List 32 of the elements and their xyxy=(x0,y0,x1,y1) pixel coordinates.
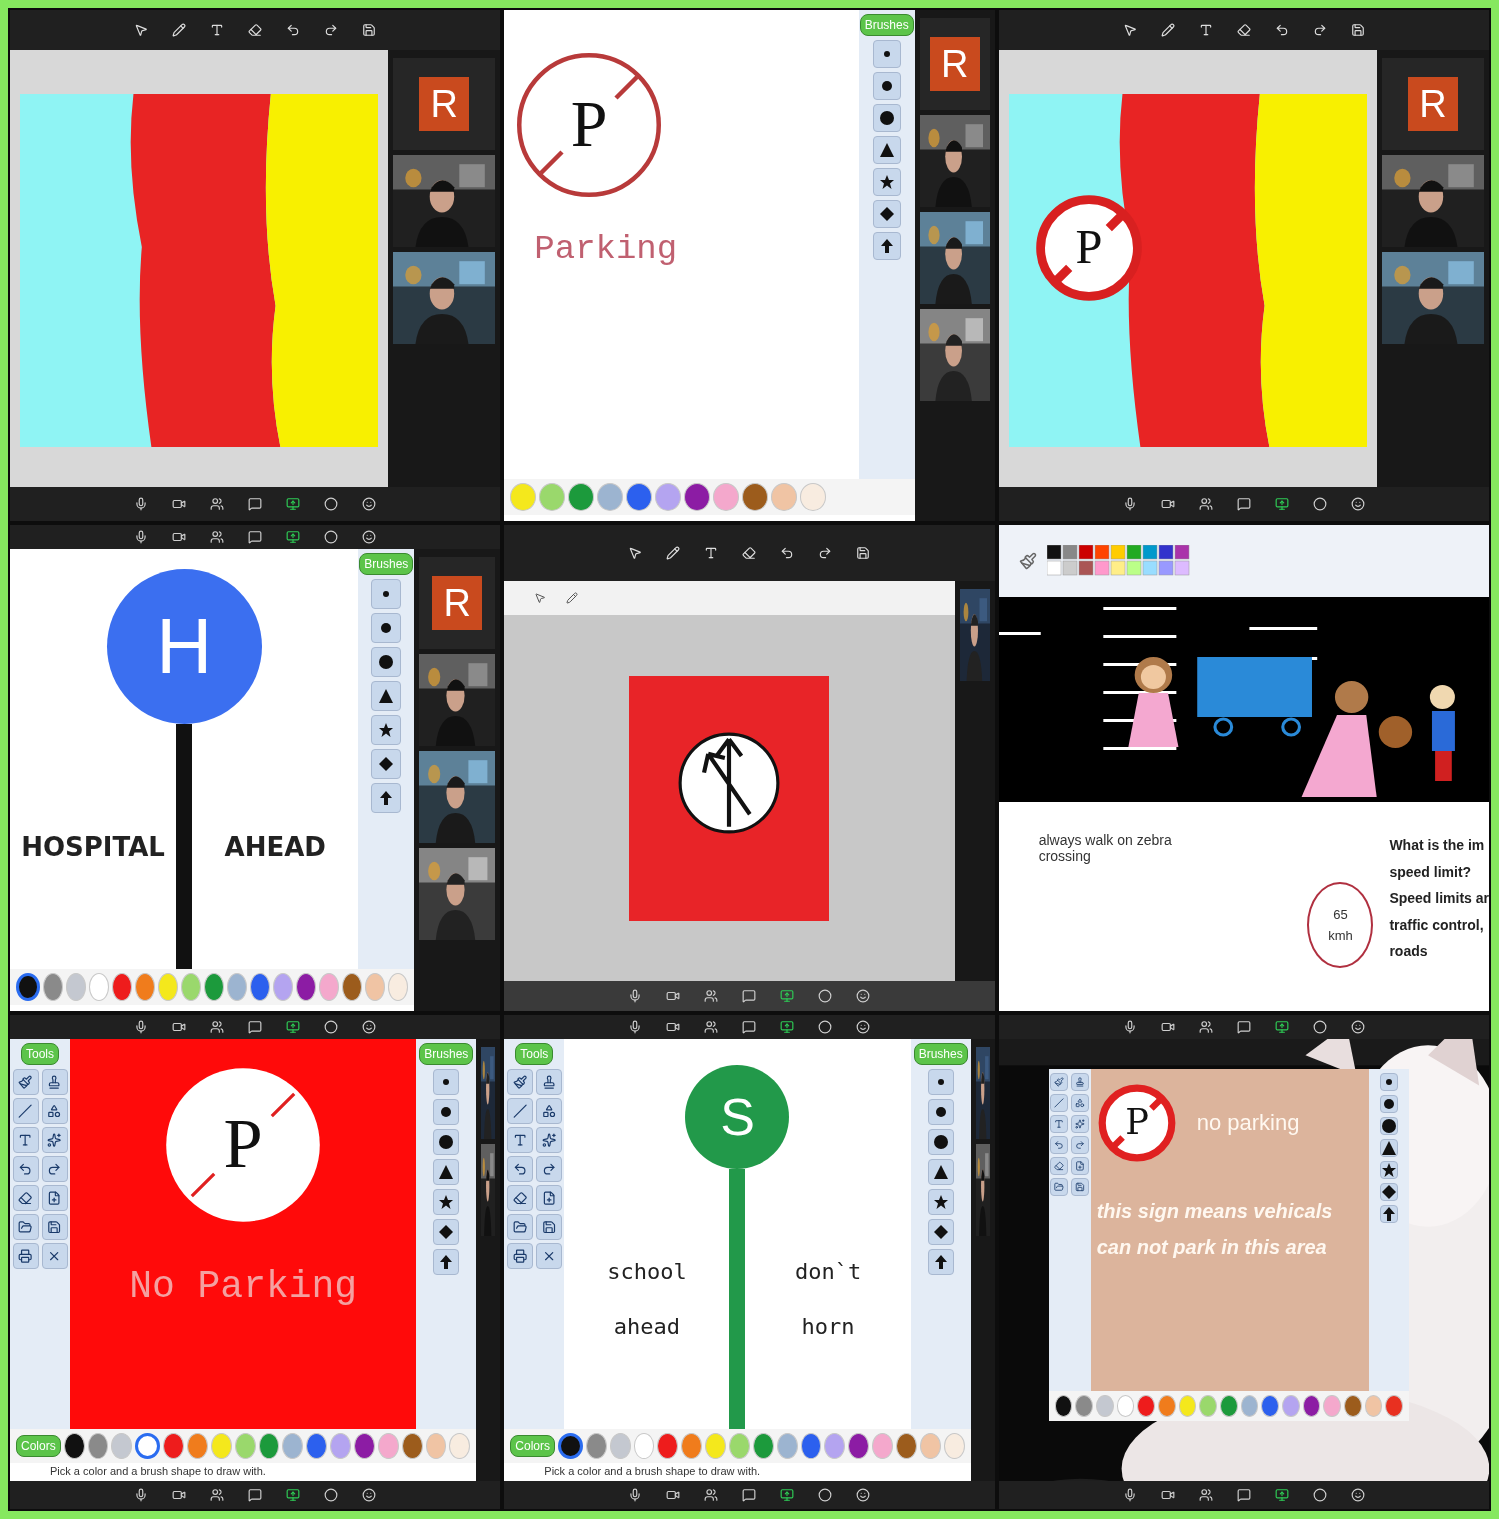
sign-letter: P xyxy=(1075,220,1103,274)
colors-button[interactable]: Colors xyxy=(510,1435,555,1457)
participant-avatar: R xyxy=(1408,77,1458,131)
question-text: What is the im speed limit? Speed limits ar traffic control, roads xyxy=(1389,836,1489,962)
tools-button[interactable]: Tools xyxy=(515,1043,554,1065)
colors-button[interactable]: Colors xyxy=(16,1435,61,1457)
sign-letter: P xyxy=(223,1104,263,1183)
canvas-text: this sign means vehicals can not park in this area xyxy=(1096,1199,1334,1260)
speed-text: kmh xyxy=(1328,928,1353,943)
canvas-text: AHEAD xyxy=(224,831,326,862)
brushes-button[interactable]: Brushes xyxy=(913,1043,968,1065)
participant-avatar: R xyxy=(432,576,483,630)
canvas-text: no parking xyxy=(1196,1110,1300,1136)
canvas-text: HOSPITAL xyxy=(21,831,165,862)
participant-avatar: R xyxy=(419,77,470,131)
brushes-button[interactable]: Brushes xyxy=(359,553,414,575)
sign-letter: P xyxy=(1124,1101,1149,1143)
canvas-text: No Parking xyxy=(129,1265,358,1308)
canvas-text: horn xyxy=(801,1314,855,1339)
brushes-button[interactable]: Brushes xyxy=(419,1043,474,1065)
sign-letter: P xyxy=(570,87,608,160)
note-text: always walk on zebra crossing xyxy=(1038,832,1173,866)
canvas-text: don`t xyxy=(794,1259,862,1284)
sign-disc: H xyxy=(106,569,262,724)
brushes-button[interactable]: Brushes xyxy=(859,14,914,36)
speed-text: 65 xyxy=(1333,907,1348,922)
canvas-text: ahead xyxy=(613,1314,680,1339)
canvas-text: school xyxy=(607,1259,687,1284)
participant-avatar: R xyxy=(929,37,980,91)
sign-disc: S xyxy=(685,1065,790,1169)
canvas-text: Parking xyxy=(533,230,679,268)
tools-button[interactable]: Tools xyxy=(21,1043,59,1065)
